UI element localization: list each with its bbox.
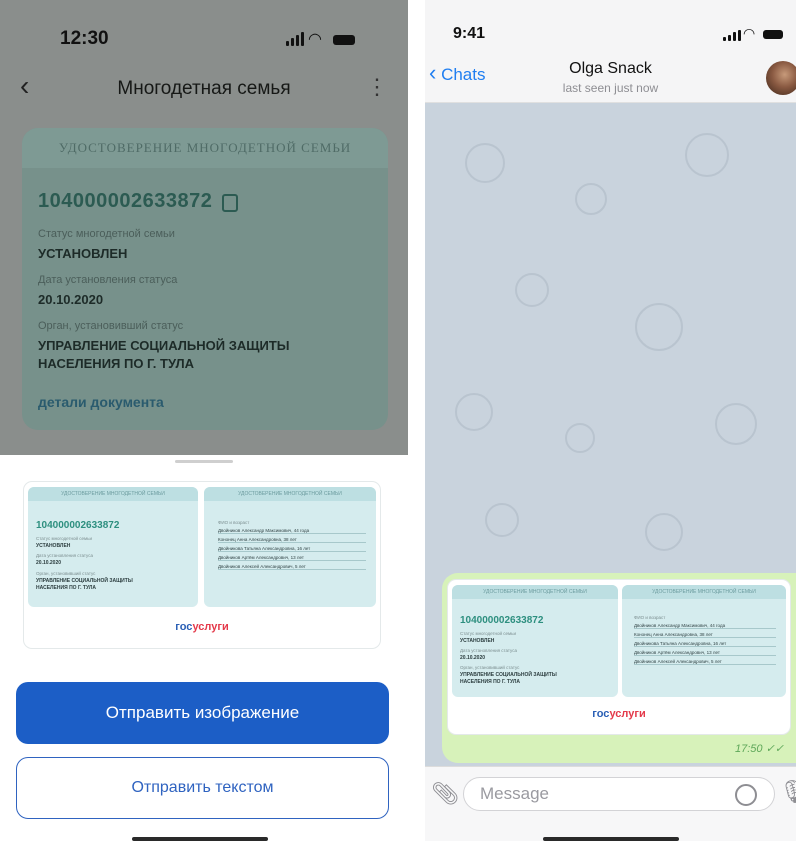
status-value: УСТАНОВЛЕН: [38, 246, 128, 261]
date-value: 20.10.2020: [38, 292, 104, 307]
doc-members-label: ФИО и возраст: [634, 615, 666, 620]
preview-member-row: Двойников Алексей Александрович, 5 лет: [218, 564, 366, 570]
preview-left-panel: УДОСТОВЕРЕНИЕ МНОГОДЕТНОЙ СЕМЬИ 10400000…: [28, 487, 198, 607]
wallpaper-doodle: [455, 393, 493, 431]
doc-right-panel: УДОСТОВЕРЕНИЕ МНОГОДЕТНОЙ СЕМЬИ ФИО и во…: [622, 585, 786, 697]
gosuslugi-logo: госуслуги: [175, 621, 229, 633]
paperclip-icon[interactable]: 📎︎: [431, 781, 459, 807]
send-text-button[interactable]: Отправить текстом: [16, 757, 389, 819]
doc-status-value: УСТАНОВЛЕН: [460, 638, 495, 644]
last-seen-status: last seen just now: [562, 81, 659, 95]
preview-member-row: Двойникова Татьяна Александровна, 16 лет: [218, 546, 366, 552]
double-check-icon: ✓✓: [765, 743, 784, 755]
send-image-button[interactable]: Отправить изображение: [16, 682, 389, 744]
microphone-icon[interactable]: 🎙︎: [779, 779, 796, 805]
message-time: 17:50 ✓✓: [734, 743, 784, 755]
gosuslugi-app-screen: 12:30 ◠ ‹ Многодетная семья ⋮ УДОСТОВЕРЕ…: [0, 0, 408, 841]
doc-org-line2: НАСЕЛЕНИЯ ПО Г. ТУЛА: [460, 679, 521, 685]
document-details-link[interactable]: детали документа: [38, 394, 164, 410]
wifi-icon: ◠: [308, 31, 322, 48]
doc-status-label: Статус многодетной семьи: [460, 631, 516, 636]
org-label: Орган, установивший статус: [38, 320, 184, 332]
preview-member-row: Двойников Александр Максимович, 44 года: [218, 528, 366, 534]
doc-member-row: Двойникова Татьяна Александровна, 16 лет: [634, 641, 776, 647]
wallpaper-doodle: [685, 133, 729, 177]
doc-panel-header: УДОСТОВЕРЕНИЕ МНОГОДЕТНОЙ СЕМЬИ: [452, 585, 618, 599]
preview-org-line1: УПРАВЛЕНИЕ СОЦИАЛЬНОЙ ЗАЩИТЫ: [36, 578, 133, 584]
preview-member-row: Кононец Анна Александровна, 38 лет: [218, 537, 366, 543]
doc-left-panel: УДОСТОВЕРЕНИЕ МНОГОДЕТНОЙ СЕМЬИ 10400000…: [452, 585, 618, 697]
doc-member-row: Кононец Анна Александровна, 38 лет: [634, 632, 776, 638]
status-time: 9:41: [453, 25, 486, 42]
preview-status-label: Статус многодетной семьи: [36, 536, 92, 541]
wallpaper-doodle: [515, 273, 549, 307]
wallpaper-doodle: [575, 183, 607, 215]
wallpaper-doodle: [485, 503, 519, 537]
sticker-icon[interactable]: [735, 784, 757, 806]
status-label: Статус многодетной семьи: [38, 228, 175, 240]
preview-panel-header: УДОСТОВЕРЕНИЕ МНОГОДЕТНОЙ СЕМЬИ: [204, 487, 376, 501]
preview-member-row: Двойников Артём Александрович, 13 лет: [218, 555, 366, 561]
preview-members-label: ФИО и возраст: [218, 520, 250, 525]
status-time: 12:30: [60, 28, 109, 49]
org-value-line2: НАСЕЛЕНИЯ ПО Г. ТУЛА: [38, 356, 195, 371]
doc-member-row: Двойников Алексей Александрович, 5 лет: [634, 659, 776, 665]
preview-panel-header: УДОСТОВЕРЕНИЕ МНОГОДЕТНОЙ СЕМЬИ: [28, 487, 198, 501]
battery-icon: [333, 35, 355, 45]
preview-date-value: 20.10.2020: [36, 560, 62, 566]
preview-org-line2: НАСЕЛЕНИЯ ПО Г. ТУЛА: [36, 585, 97, 591]
wallpaper-doodle: [565, 423, 595, 453]
page-title: Многодетная семья: [117, 78, 291, 99]
signal-icon: [286, 32, 304, 46]
certificate-card: УДОСТОВЕРЕНИЕ МНОГОДЕТНОЙ СЕМЬИ 10400000…: [22, 128, 388, 430]
preview-org-label: Орган, установивший статус: [36, 571, 96, 576]
share-preview-image: УДОСТОВЕРЕНИЕ МНОГОДЕТНОЙ СЕМЬИ 10400000…: [24, 482, 380, 648]
message-input-bar: 📎︎ Message 🎙︎: [425, 766, 796, 841]
doc-org-label: Орган, установивший статус: [460, 665, 520, 670]
battery-icon: [763, 30, 783, 39]
org-value-line1: УПРАВЛЕНИЕ СОЦИАЛЬНОЙ ЗАЩИТЫ: [38, 338, 290, 353]
wallpaper-doodle: [465, 143, 505, 183]
certificate-number: 104000002633872: [38, 190, 213, 212]
doc-panel-header: УДОСТОВЕРЕНИЕ МНОГОДЕТНОЙ СЕМЬИ: [622, 585, 786, 599]
doc-date-label: Дата установления статуса: [460, 648, 517, 653]
message-input[interactable]: Message: [463, 777, 775, 811]
preview-status-value: УСТАНОВЛЕН: [36, 543, 71, 549]
sheet-grabber[interactable]: [175, 460, 233, 463]
preview-date-label: Дата установления статуса: [36, 553, 93, 558]
preview-right-panel: УДОСТОВЕРЕНИЕ МНОГОДЕТНОЙ СЕМЬИ ФИО и во…: [204, 487, 376, 607]
kebab-icon[interactable]: ⋮: [366, 74, 388, 100]
telegram-chat-screen: 9:41 ◠ ‹ Chats Olga Snack last seen just…: [425, 0, 796, 841]
gosuslugi-logo: госуслуги: [592, 708, 646, 720]
avatar[interactable]: [766, 61, 796, 95]
wifi-icon: ◠: [743, 25, 756, 41]
certificate-header: УДОСТОВЕРЕНИЕ МНОГОДЕТНОЙ СЕМЬИ: [22, 128, 388, 168]
home-indicator: [543, 837, 679, 841]
preview-number: 104000002633872: [36, 520, 120, 531]
message-bubble[interactable]: УДОСТОВЕРЕНИЕ МНОГОДЕТНОЙ СЕМЬИ 10400000…: [442, 573, 796, 763]
signal-icon: [723, 30, 741, 41]
wallpaper-doodle: [645, 513, 683, 551]
date-label: Дата установления статуса: [38, 274, 178, 286]
home-indicator: [132, 837, 268, 841]
doc-member-row: Двойников Артём Александрович, 13 лет: [634, 650, 776, 656]
contact-name[interactable]: Olga Snack: [425, 60, 796, 78]
copy-icon[interactable]: [222, 194, 238, 212]
wallpaper-doodle: [715, 403, 757, 445]
wallpaper-doodle: [635, 303, 683, 351]
doc-date-value: 20.10.2020: [460, 655, 486, 661]
doc-org-line1: УПРАВЛЕНИЕ СОЦИАЛЬНОЙ ЗАЩИТЫ: [460, 672, 557, 678]
doc-number: 104000002633872: [460, 615, 544, 626]
doc-member-row: Двойников Александр Максимович, 44 года: [634, 623, 776, 629]
shared-document-image[interactable]: УДОСТОВЕРЕНИЕ МНОГОДЕТНОЙ СЕМЬИ 10400000…: [448, 580, 790, 734]
